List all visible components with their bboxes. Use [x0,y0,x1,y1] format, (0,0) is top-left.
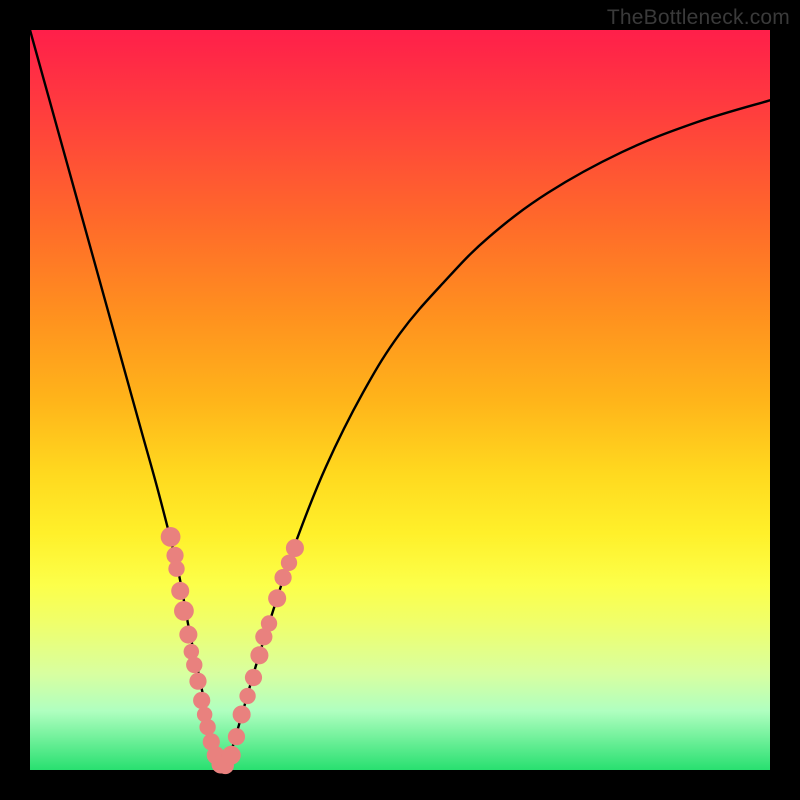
curve-dot [179,626,197,644]
curve-dot [281,555,297,571]
curve-dot [274,569,291,586]
curve-dot [239,688,255,704]
curve-dot [171,582,189,600]
curve-dot [189,673,206,690]
curve-dot [286,539,304,557]
curve-dot [268,589,286,607]
curve-dot [186,657,202,673]
curve-dot [193,692,210,709]
curve-dot [233,705,251,723]
plot-area [30,30,770,770]
curve-dot [261,615,277,631]
bottleneck-curve [30,30,770,767]
curve-dot [250,646,268,664]
chart-svg [30,30,770,770]
watermark-label: TheBottleneck.com [607,6,790,30]
chart-frame: TheBottleneck.com [0,0,800,800]
curve-dots [161,527,304,774]
curve-dot [174,601,194,621]
curve-dot [222,746,241,765]
curve-dot [161,527,181,547]
curve-dot [168,561,184,577]
curve-dot [199,719,215,735]
curve-dot [228,728,245,745]
curve-dot [245,669,262,686]
curve-dot [184,644,199,659]
